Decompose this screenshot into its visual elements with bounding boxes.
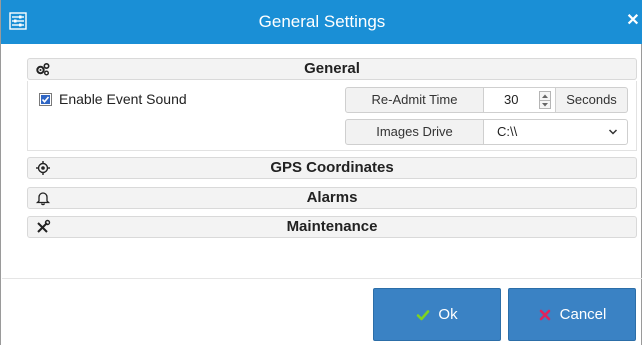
readmit-time-input[interactable]: 30 (483, 87, 556, 113)
section-alarms-title: Alarms (306, 189, 358, 206)
check-icon (417, 309, 430, 320)
section-maintenance-header[interactable]: Maintenance (27, 216, 637, 238)
images-drive-value: C:\\ (497, 124, 518, 139)
general-section-body: Enable Event Sound Re-Admit Time 30 Seco… (27, 81, 637, 151)
images-drive-label: Images Drive (345, 119, 484, 145)
readmit-time-stepper[interactable] (539, 91, 551, 109)
footer-divider (2, 278, 642, 279)
section-general-header[interactable]: General (27, 58, 637, 80)
readmit-time-unit: Seconds (556, 87, 628, 113)
enable-event-sound-checkbox[interactable]: Enable Event Sound (39, 90, 187, 108)
cancel-button-label: Cancel (559, 306, 607, 323)
section-alarms-header[interactable]: Alarms (27, 187, 637, 209)
ok-button-label: Ok (438, 306, 458, 323)
chevron-down-icon (608, 129, 618, 135)
checkbox-box[interactable] (39, 92, 52, 106)
section-gps-header[interactable]: GPS Coordinates (27, 157, 637, 179)
caret-up-icon (542, 94, 548, 98)
stepper-up[interactable] (540, 92, 550, 100)
caret-down-icon (542, 103, 548, 107)
close-icon[interactable]: ✕ (625, 12, 641, 30)
dialog-title: General Settings (258, 12, 386, 31)
ok-button[interactable]: Ok (373, 288, 501, 341)
settings-dialog: General Settings ✕ General Enable Event … (0, 0, 642, 345)
section-gps-title: GPS Coordinates (270, 159, 394, 176)
cancel-x-icon (539, 309, 550, 320)
readmit-time-value: 30 (504, 92, 519, 107)
readmit-time-label: Re-Admit Time (345, 87, 484, 113)
section-general-title: General (304, 60, 360, 77)
cancel-button[interactable]: Cancel (508, 288, 636, 341)
stepper-down[interactable] (540, 100, 550, 108)
images-drive-select[interactable]: C:\\ (483, 119, 628, 145)
title-bar: General Settings ✕ (1, 0, 642, 44)
enable-event-sound-label: Enable Event Sound (59, 91, 187, 107)
checkmark-icon (41, 94, 50, 104)
section-maintenance-title: Maintenance (286, 218, 378, 235)
